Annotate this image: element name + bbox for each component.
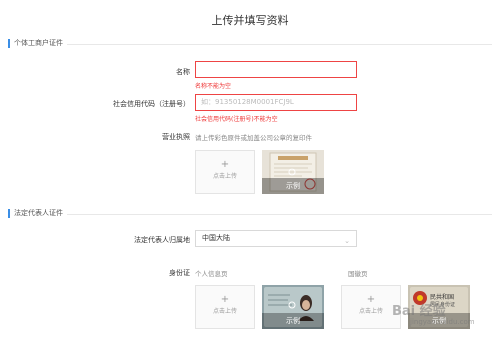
id-front-sample-image[interactable]: 示例 — [262, 285, 324, 329]
credit-code-input[interactable]: 如：91350128M0001FCJ9L — [195, 94, 357, 111]
name-label: 名称 — [176, 68, 190, 76]
id-back-label: 国徽页 — [348, 270, 368, 278]
sample-label: 示例 — [286, 182, 300, 190]
credit-code-label: 社会信用代码（注册号） — [113, 100, 190, 108]
section-title: 法定代表人证件 — [14, 208, 67, 218]
section-divider — [14, 214, 492, 215]
section-divider — [14, 44, 492, 45]
name-error: 名称不能为空 — [195, 83, 232, 90]
section-header-legal-rep: 法定代表人证件 — [8, 208, 492, 220]
section-title: 个体工商户证件 — [14, 38, 67, 48]
license-sample-image[interactable]: 示例 — [262, 150, 324, 194]
page-title: 上传并填写资料 — [211, 14, 289, 27]
credit-code-error: 社会信用代码(注册号)不能为空 — [195, 116, 278, 123]
license-label: 营业执照 — [162, 133, 190, 141]
license-hint: 请上传彩色原件或加盖公司公章的复印件 — [195, 134, 312, 142]
id-card-label: 身份证 — [169, 269, 190, 277]
plus-icon: + — [220, 159, 230, 170]
watermark-logo: Bai 经验 — [392, 304, 446, 319]
section-accent-bar — [8, 39, 10, 48]
upload-label: 点击上传 — [212, 308, 237, 315]
section-accent-bar — [8, 209, 10, 218]
license-upload-button[interactable]: + 点击上传 — [195, 150, 255, 194]
chevron-down-icon: ⌄ — [344, 237, 350, 245]
region-select[interactable]: 中国大陆 ⌄ — [195, 230, 357, 247]
name-input[interactable] — [195, 61, 357, 78]
sample-label: 示例 — [286, 317, 300, 325]
section-header-business: 个体工商户证件 — [8, 38, 492, 50]
watermark-url: jingyan.baidu.com — [410, 318, 475, 326]
upload-label: 点击上传 — [212, 173, 237, 180]
region-select-value: 中国大陆 — [202, 234, 230, 242]
id-front-label: 个人信息页 — [195, 270, 228, 278]
region-label: 法定代表人归属地 — [134, 236, 190, 244]
plus-icon: + — [220, 294, 230, 305]
id-front-upload-button[interactable]: + 点击上传 — [195, 285, 255, 329]
